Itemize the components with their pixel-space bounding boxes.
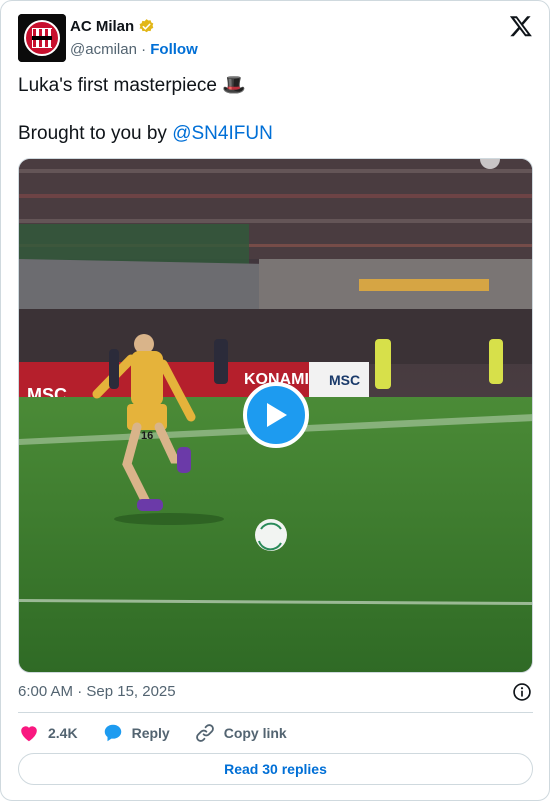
copy-link-button[interactable]: Copy link — [194, 722, 287, 744]
like-count: 2.4K — [48, 725, 78, 741]
reply-label: Reply — [131, 725, 170, 741]
reply-button[interactable]: Reply — [102, 722, 170, 744]
x-logo-icon[interactable] — [509, 14, 533, 38]
play-button[interactable] — [243, 382, 309, 448]
ac-milan-crest-icon — [18, 14, 66, 62]
shirt-number: 16 — [141, 430, 153, 442]
author-name-row: AC Milan — [70, 18, 155, 35]
info-icon[interactable] — [512, 682, 532, 702]
link-icon — [195, 724, 214, 742]
tweet-line-1-text: Luka's first masterpiece — [18, 75, 217, 96]
top-hat-emoji: 🎩 — [222, 75, 246, 96]
separator-dot: · — [141, 41, 147, 58]
tweet-line-2: Brought to you by @SN4IFUN — [18, 122, 273, 146]
avatar[interactable] — [18, 14, 66, 62]
tweet-line-1: Luka's first masterpiece 🎩 — [18, 74, 273, 98]
mention-link[interactable]: @SN4IFUN — [172, 123, 273, 144]
play-icon — [267, 403, 287, 427]
read-replies-button[interactable]: Read 30 replies — [18, 753, 533, 785]
tweet-line-2-text: Brought to you by — [18, 123, 167, 144]
tweet-card: AC Milan @acmilan · Follow Luka's first … — [0, 0, 550, 801]
author-name[interactable]: AC Milan — [70, 18, 134, 35]
like-button[interactable]: 2.4K — [18, 722, 78, 744]
action-bar: 2.4K Reply Copy link — [18, 721, 311, 745]
follow-button[interactable]: Follow — [150, 41, 198, 58]
tweet-text: Luka's first masterpiece 🎩 Brought to yo… — [18, 74, 273, 146]
board-text-far-right: MSC — [329, 372, 360, 388]
copy-link-label: Copy link — [223, 725, 287, 741]
verified-badge-icon — [139, 19, 154, 33]
heart-icon — [21, 726, 37, 742]
author-handle[interactable]: @acmilan — [70, 41, 137, 58]
timestamp[interactable]: 6:00 AM · Sep 15, 2025 — [18, 683, 176, 700]
author-handle-row: @acmilan · Follow — [70, 41, 198, 58]
divider — [18, 712, 533, 713]
reply-bubble-icon — [104, 724, 121, 742]
